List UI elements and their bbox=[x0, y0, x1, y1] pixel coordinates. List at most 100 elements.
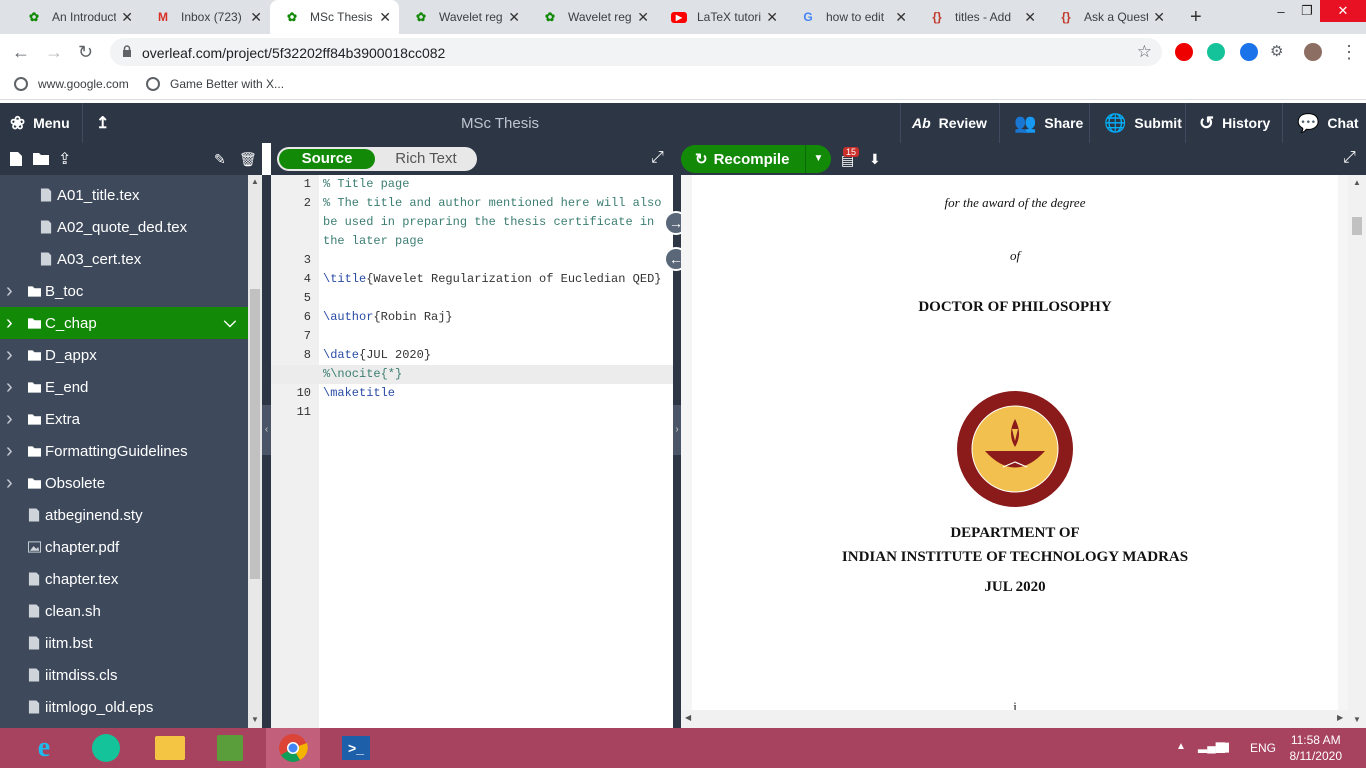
scroll-right-arrow[interactable]: ▶ bbox=[1337, 713, 1343, 722]
close-window-button[interactable]: ✕ bbox=[1320, 0, 1366, 22]
scroll-left-arrow[interactable]: ◀ bbox=[685, 713, 691, 722]
close-tab-icon[interactable]: ✕ bbox=[508, 10, 520, 24]
caret-right-icon[interactable]: › bbox=[6, 376, 13, 399]
file-item[interactable]: chapter.pdf bbox=[0, 531, 248, 563]
file-tree-resizer[interactable]: ‹ bbox=[262, 175, 271, 728]
chat-button[interactable]: 💬 Chat bbox=[1297, 103, 1359, 143]
caret-right-icon[interactable]: › bbox=[6, 408, 13, 431]
recompile-button[interactable]: ↻ Recompile ▼ bbox=[681, 145, 831, 173]
new-tab-button[interactable]: + bbox=[1190, 6, 1202, 29]
pdf-vertical-scrollbar[interactable]: ▲ ▼ bbox=[1348, 175, 1366, 728]
chrome-taskbar-icon[interactable] bbox=[266, 728, 320, 768]
submit-button[interactable]: 🌐 Submit bbox=[1104, 103, 1182, 143]
close-tab-icon[interactable]: ✕ bbox=[766, 10, 778, 24]
share-button[interactable]: 👥 Share bbox=[1014, 103, 1083, 143]
expand-icon[interactable]: ⤢ bbox=[651, 149, 664, 167]
file-tree-scrollbar[interactable]: ▲ ▼ bbox=[248, 175, 262, 728]
address-bar[interactable]: overleaf.com/project/5f32202ff84b3900018… bbox=[110, 38, 1162, 66]
scrollbar-thumb[interactable] bbox=[250, 289, 260, 579]
bookmark-google[interactable]: www.google.com bbox=[14, 77, 129, 91]
code-editor[interactable]: 1234567891011 % Title page% The title an… bbox=[271, 175, 673, 728]
scroll-down-arrow[interactable]: ▼ bbox=[251, 715, 259, 724]
trash-icon[interactable]: 🗑 bbox=[239, 151, 257, 168]
chevron-down-icon[interactable]: ⌵ bbox=[224, 314, 236, 332]
powershell-icon[interactable]: >_ bbox=[334, 732, 378, 764]
close-tab-icon[interactable]: ✕ bbox=[1153, 10, 1165, 24]
input-language[interactable]: ENG bbox=[1250, 741, 1276, 755]
project-title[interactable]: MSc Thesis bbox=[0, 115, 1000, 132]
profile-avatar[interactable] bbox=[1304, 43, 1322, 61]
chart-app-icon[interactable] bbox=[208, 732, 252, 764]
caret-right-icon[interactable]: › bbox=[6, 472, 13, 495]
close-tab-icon[interactable]: ✕ bbox=[379, 10, 391, 24]
file-item[interactable]: A02_quote_ded.tex bbox=[0, 211, 248, 243]
back-arrow-icon[interactable]: ← bbox=[12, 42, 30, 62]
collapse-tab[interactable]: › bbox=[673, 405, 681, 455]
extension-icon[interactable] bbox=[1240, 43, 1258, 61]
caret-right-icon[interactable]: › bbox=[6, 312, 13, 335]
download-icon[interactable]: ⬇ bbox=[869, 151, 881, 168]
browser-tab[interactable]: ✿ An Introduct ✕ bbox=[12, 0, 141, 34]
forward-arrow-icon[interactable]: → bbox=[45, 42, 63, 62]
browser-tab[interactable]: ▶ LaTeX tutori ✕ bbox=[657, 0, 786, 34]
review-button[interactable]: Ab Review bbox=[912, 103, 987, 143]
browser-tab[interactable]: ✿ Wavelet reg ✕ bbox=[399, 0, 528, 34]
caret-right-icon[interactable]: › bbox=[6, 344, 13, 367]
bookmark-star-icon[interactable]: ☆ bbox=[1137, 42, 1152, 62]
recompile-options-caret[interactable]: ▼ bbox=[805, 145, 831, 173]
caret-right-icon[interactable]: › bbox=[6, 440, 13, 463]
file-item[interactable]: iitmlogo_old.eps bbox=[0, 691, 248, 723]
network-icon[interactable]: ▂▄▆ bbox=[1198, 739, 1225, 753]
folder-item[interactable]: › Obsolete bbox=[0, 467, 248, 499]
browser-tab[interactable]: {} titles - Add ✕ bbox=[915, 0, 1044, 34]
grammarly-app-icon[interactable] bbox=[84, 732, 128, 764]
pdf-viewer[interactable]: for the award of the degree of DOCTOR OF… bbox=[681, 175, 1366, 728]
file-item[interactable]: iitm.bst bbox=[0, 627, 248, 659]
adblock-extension-icon[interactable] bbox=[1175, 43, 1193, 61]
caret-right-icon[interactable]: › bbox=[6, 280, 13, 303]
scroll-down-arrow[interactable]: ▼ bbox=[1353, 715, 1361, 724]
scroll-up-arrow[interactable]: ▲ bbox=[251, 177, 259, 186]
browser-tab[interactable]: {} Ask a Quest ✕ bbox=[1044, 0, 1173, 34]
file-item[interactable]: clean.sh bbox=[0, 595, 248, 627]
expand-icon[interactable]: ⤢ bbox=[1343, 149, 1356, 167]
browser-tab[interactable]: Ghow to edit ✕ bbox=[786, 0, 915, 34]
browser-tab[interactable]: M Inbox (723) ✕ bbox=[141, 0, 270, 34]
close-tab-icon[interactable]: ✕ bbox=[250, 10, 262, 24]
internet-explorer-icon[interactable]: e bbox=[22, 732, 66, 764]
file-explorer-icon[interactable] bbox=[148, 732, 192, 764]
close-tab-icon[interactable]: ✕ bbox=[637, 10, 649, 24]
scroll-up-arrow[interactable]: ▲ bbox=[1353, 178, 1361, 187]
close-tab-icon[interactable]: ✕ bbox=[1024, 10, 1036, 24]
system-clock[interactable]: 11:58 AM 8/11/2020 bbox=[1290, 732, 1343, 764]
upload-icon[interactable]: ⇪ bbox=[58, 149, 71, 169]
scrollbar-thumb[interactable] bbox=[1352, 217, 1362, 235]
folder-item[interactable]: › FormattingGuidelines bbox=[0, 435, 248, 467]
folder-item[interactable]: › B_toc bbox=[0, 275, 248, 307]
folder-item[interactable]: › D_appx bbox=[0, 339, 248, 371]
new-folder-icon[interactable] bbox=[33, 152, 49, 165]
pdf-horizontal-scrollbar[interactable]: ◀ ▶ bbox=[681, 710, 1348, 728]
folder-item[interactable]: › E_end bbox=[0, 371, 248, 403]
file-item[interactable]: A01_title.tex bbox=[0, 179, 248, 211]
kebab-menu-icon[interactable]: ⋮ bbox=[1340, 42, 1358, 62]
rich-text-mode-button[interactable]: Rich Text bbox=[377, 149, 475, 169]
file-item[interactable]: iitmdiss.cls bbox=[0, 659, 248, 691]
bookmark-game[interactable]: Game Better with X... bbox=[146, 77, 284, 91]
file-item[interactable]: atbeginend.sty bbox=[0, 499, 248, 531]
battery-icon[interactable]: ▮ bbox=[1223, 739, 1230, 755]
grammarly-extension-icon[interactable] bbox=[1207, 43, 1225, 61]
reload-icon[interactable]: ↻ bbox=[78, 42, 93, 62]
puzzle-extensions-icon[interactable]: ⚙ bbox=[1270, 42, 1283, 62]
file-item[interactable]: A03_cert.tex bbox=[0, 243, 248, 275]
folder-item[interactable]: › C_chap ⌵ bbox=[0, 307, 248, 339]
new-file-icon[interactable] bbox=[10, 152, 22, 166]
history-button[interactable]: ↺ History bbox=[1199, 103, 1270, 143]
collapse-tab[interactable]: ‹ bbox=[262, 405, 271, 455]
tray-chevron-icon[interactable]: ▲ bbox=[1176, 741, 1186, 752]
folder-item[interactable]: › Extra bbox=[0, 403, 248, 435]
file-item[interactable]: chapter.tex bbox=[0, 563, 248, 595]
close-tab-icon[interactable]: ✕ bbox=[121, 10, 133, 24]
browser-tab[interactable]: ✿ MSc Thesis ✕ bbox=[270, 0, 399, 34]
close-tab-icon[interactable]: ✕ bbox=[895, 10, 907, 24]
